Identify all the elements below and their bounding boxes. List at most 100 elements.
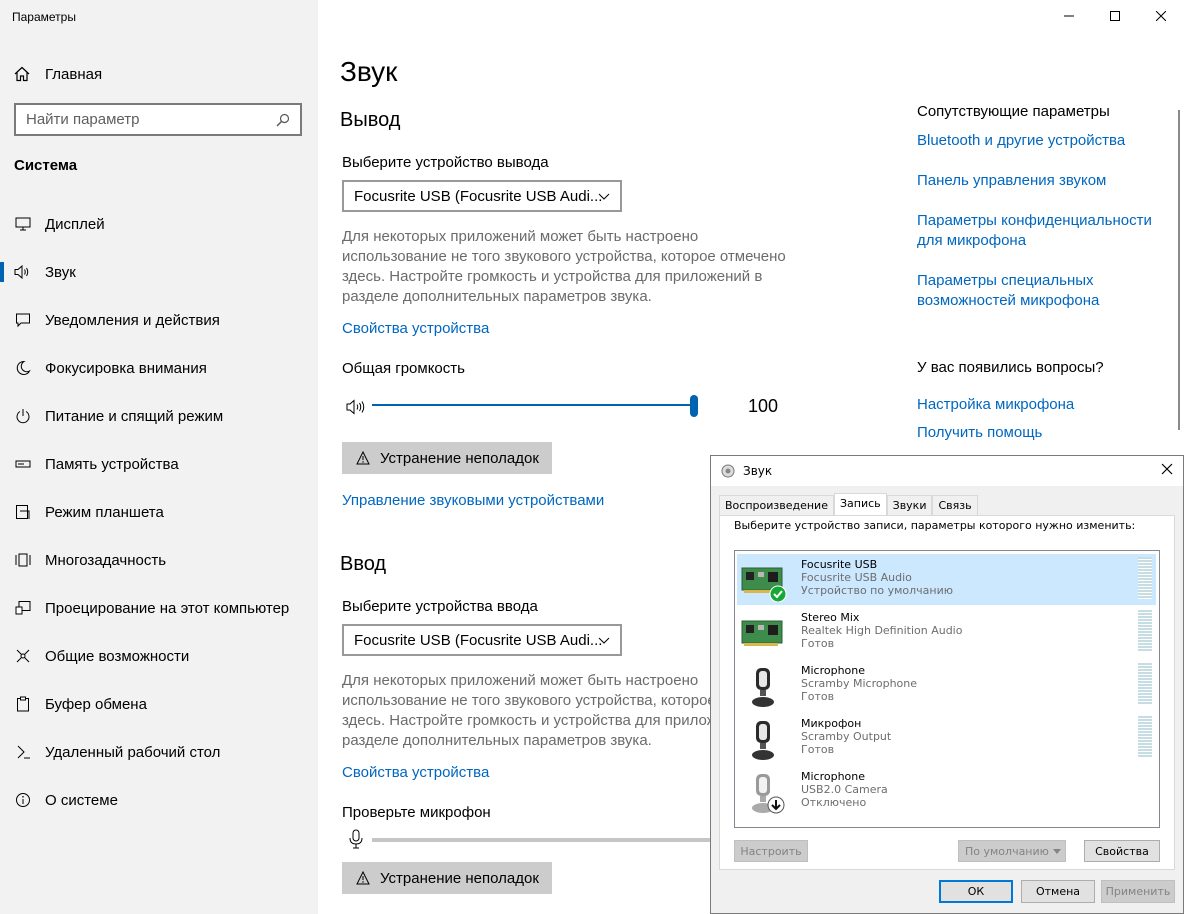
volume-value: 100 — [748, 396, 779, 416]
sidebar-item-power[interactable]: Питание и спящий режим — [0, 401, 318, 431]
device-name: Microphone — [801, 664, 866, 677]
mic-level-bar — [372, 838, 712, 842]
tab-sounds[interactable]: Звуки — [886, 495, 933, 515]
input-device-value: Focusrite USB (Focusrite USB Audi... — [354, 631, 603, 649]
set-default-label: По умолчанию — [965, 844, 1049, 858]
sidebar-item-label: Общие возможности — [45, 647, 190, 665]
sidebar-item-storage[interactable]: Память устройства — [0, 449, 318, 479]
moon-icon — [14, 359, 32, 377]
apply-button[interactable]: Применить — [1101, 880, 1175, 903]
close-icon[interactable] — [1161, 463, 1173, 475]
sidebar-item-sound[interactable]: Звук — [0, 257, 318, 287]
nav-home[interactable]: Главная — [14, 62, 102, 86]
list-item[interactable]: Microphone USB2.0 Camera Отключено — [737, 766, 1156, 817]
sidebar-item-label: Проецирование на этот компьютер — [45, 599, 290, 617]
chevron-down-icon — [1053, 849, 1061, 854]
level-meter — [1138, 663, 1152, 705]
input-device-properties-link[interactable]: Свойства устройства — [342, 764, 489, 781]
project-icon — [14, 599, 32, 617]
window-title: Параметры — [12, 10, 76, 24]
sidebar-item-label: О системе — [45, 791, 118, 809]
set-default-button[interactable]: По умолчанию — [958, 840, 1066, 862]
device-subname: Focusrite USB Audio — [801, 571, 912, 584]
device-subname: USB2.0 Camera — [801, 783, 888, 796]
mic-privacy-link[interactable]: Параметры конфиденциальности для микрофо… — [917, 211, 1167, 251]
search-placeholder: Найти параметр — [26, 111, 140, 128]
output-device-value: Focusrite USB (Focusrite USB Audi... — [354, 187, 603, 205]
cancel-button[interactable]: Отмена — [1021, 880, 1095, 903]
minimize-button[interactable] — [1046, 0, 1092, 32]
volume-slider-thumb[interactable] — [690, 395, 698, 417]
dialog-titlebar: Звук — [711, 456, 1183, 486]
sidebar-item-multitasking[interactable]: Многозадачность — [0, 545, 318, 575]
sidebar-item-clipboard[interactable]: Буфер обмена — [0, 689, 318, 719]
device-subname: Realtek High Definition Audio — [801, 624, 963, 637]
sidebar-item-remote-desktop[interactable]: Удаленный рабочий стол — [0, 737, 318, 767]
scrollbar[interactable] — [1178, 110, 1180, 430]
sidebar-item-label: Питание и спящий режим — [45, 407, 224, 425]
sidebar-item-label: Уведомления и действия — [45, 311, 220, 329]
mic-test-label: Проверьте микрофон — [342, 804, 491, 821]
sound-control-panel-link[interactable]: Панель управления звуком — [917, 171, 1167, 191]
sidebar: Параметры Главная Найти параметр Система… — [0, 0, 318, 914]
bluetooth-devices-link[interactable]: Bluetooth и другие устройства — [917, 131, 1167, 151]
maximize-button[interactable] — [1092, 0, 1138, 32]
tab-recording[interactable]: Запись — [833, 493, 887, 515]
questions-title: У вас появились вопросы? — [917, 359, 1104, 376]
get-help-link[interactable]: Получить помощь — [917, 423, 1167, 443]
sidebar-item-label: Удаленный рабочий стол — [45, 743, 221, 761]
sidebar-item-display[interactable]: Дисплей — [0, 209, 318, 239]
output-heading: Вывод — [340, 109, 401, 131]
output-troubleshoot-button[interactable]: Устранение неполадок — [342, 442, 552, 474]
sidebar-item-tablet[interactable]: Режим планшета — [0, 497, 318, 527]
speaker-icon[interactable] — [346, 398, 368, 416]
input-select-label: Выберите устройства ввода — [342, 598, 538, 615]
configure-button[interactable]: Настроить — [734, 840, 808, 862]
sidebar-item-notifications[interactable]: Уведомления и действия — [0, 305, 318, 335]
device-status: Готов — [801, 690, 835, 703]
manage-sound-devices-link[interactable]: Управление звуковыми устройствами — [342, 492, 604, 509]
properties-button[interactable]: Свойства — [1084, 840, 1160, 862]
page-title: Звук — [340, 56, 398, 87]
level-meter — [1138, 557, 1152, 599]
sound-card-icon — [741, 567, 787, 602]
recording-panel: Выберите устройство записи, параметры ко… — [719, 515, 1175, 870]
list-item[interactable]: Microphone Scramby Microphone Готов — [737, 660, 1156, 711]
microphone-disabled-icon — [752, 774, 785, 814]
volume-slider-track[interactable] — [372, 404, 694, 406]
clipboard-icon — [14, 695, 32, 713]
sidebar-item-label: Дисплей — [45, 215, 105, 233]
mic-accessibility-link[interactable]: Параметры специальных возможностей микро… — [917, 271, 1167, 311]
search-input[interactable]: Найти параметр — [14, 103, 302, 136]
output-device-dropdown[interactable]: Focusrite USB (Focusrite USB Audi... — [342, 180, 622, 212]
list-item[interactable]: Stereo Mix Realtek High Definition Audio… — [737, 607, 1156, 658]
speaker-app-icon — [721, 464, 735, 478]
sidebar-item-about[interactable]: О системе — [0, 785, 318, 815]
tab-communications[interactable]: Связь — [932, 495, 978, 515]
chevron-down-icon — [598, 193, 610, 200]
device-name: Focusrite USB — [801, 558, 878, 571]
shared-icon — [14, 647, 32, 665]
input-troubleshoot-button[interactable]: Устранение неполадок — [342, 862, 552, 894]
tablet-icon — [14, 503, 32, 521]
device-text: Microphone Scramby Microphone Готов — [801, 664, 917, 703]
tab-playback[interactable]: Воспроизведение — [719, 495, 834, 515]
close-button[interactable] — [1138, 0, 1184, 32]
level-meter — [1138, 716, 1152, 758]
list-item[interactable]: Микрофон Scramby Output Готов — [737, 713, 1156, 764]
output-troubleshoot-label: Устранение неполадок — [380, 449, 539, 467]
ok-button[interactable]: ОК — [939, 880, 1013, 903]
sidebar-item-label: Память устройства — [45, 455, 179, 473]
sidebar-item-focus[interactable]: Фокусировка внимания — [0, 353, 318, 383]
list-item[interactable]: Focusrite USB Focusrite USB Audio Устрой… — [737, 554, 1156, 605]
minimize-icon — [1064, 15, 1074, 17]
input-device-dropdown[interactable]: Focusrite USB (Focusrite USB Audi... — [342, 624, 622, 656]
sound-dialog: Звук Воспроизведение Запись Звуки Связь … — [710, 455, 1184, 914]
sidebar-item-project[interactable]: Проецирование на этот компьютер — [0, 593, 318, 623]
close-icon — [1156, 11, 1166, 21]
setup-microphone-link[interactable]: Настройка микрофона — [917, 395, 1167, 415]
output-device-properties-link[interactable]: Свойства устройства — [342, 320, 489, 337]
sidebar-item-shared[interactable]: Общие возможности — [0, 641, 318, 671]
device-status: Готов — [801, 743, 835, 756]
related-settings-title: Сопутствующие параметры — [917, 103, 1110, 120]
